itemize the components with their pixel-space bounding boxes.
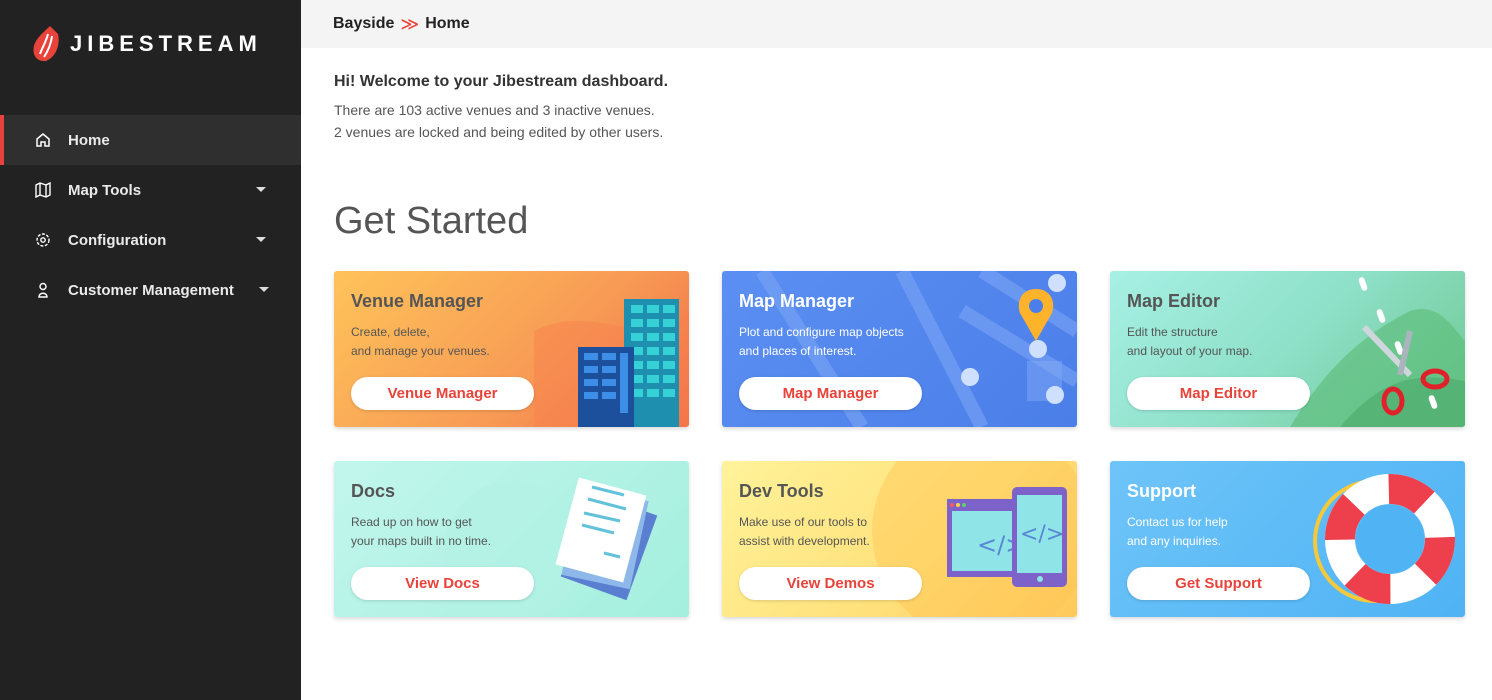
card-description-line: and layout of your map. [1127,344,1253,358]
map-icon [34,181,52,199]
sidebar-item-label: Customer Management [68,281,234,299]
welcome-message: Hi! Welcome to your Jibestream dashboard… [334,73,668,143]
view-demos-button[interactable]: View Demos [739,567,922,600]
card-title: Docs [351,481,396,501]
sidebar-item-customer-management[interactable]: Customer Management [0,265,301,315]
sidebar-item-home[interactable]: Home [0,115,301,165]
home-icon [34,131,52,149]
map-editor-button[interactable]: Map Editor [1127,377,1310,410]
sidebar-item-configuration[interactable]: Configuration [0,215,301,265]
card-title: Venue Manager [351,291,484,311]
card-description-line: Edit the structure [1127,325,1218,339]
section-title: Get Started [334,200,529,242]
sidebar-nav: Home Map Tools Configuration Customer Ma… [0,115,301,315]
sidebar-item-label: Configuration [68,231,167,249]
svg-text:</>: </> [1020,522,1064,547]
breadcrumb-separator-icon: ≫ [400,13,420,34]
sidebar-item-label: Home [68,131,110,149]
card-description-line: and places of interest. [739,344,857,358]
jibestream-logo-icon [33,26,59,62]
card-description: Read up on how to get your maps built in… [351,513,571,551]
card-description-line: and any inquiries. [1127,534,1222,548]
card-description: Make use of our tools to assist with dev… [739,513,959,551]
sidebar-item-label: Map Tools [68,181,142,199]
card-description-line: Plot and configure map objects [739,325,904,339]
sidebar-item-map-tools[interactable]: Map Tools [0,165,301,215]
card-description: Create, delete, and manage your venues. [351,323,571,361]
card-description: Plot and configure map objects and place… [739,323,959,361]
card-title: Map Editor [1127,291,1220,311]
card-docs: Docs Read up on how to get your maps bui… [334,461,689,617]
card-venue-manager: Venue Manager Create, delete, and manage… [334,271,689,427]
card-title: Dev Tools [739,481,824,501]
card-dev-tools: </> </> Dev Tools Make use of our tools … [722,461,1077,617]
breadcrumb-parent[interactable]: Bayside [333,15,394,33]
chevron-down-icon[interactable] [256,187,266,192]
breadcrumb: Bayside ≫ Home [301,0,1492,48]
chevron-down-icon[interactable] [256,237,266,242]
card-description: Edit the structure and layout of your ma… [1127,323,1347,361]
card-description-line: Create, delete, [351,325,430,339]
brand-logo[interactable]: JIBESTREAM [32,26,262,62]
card-map-manager: Map Manager Plot and configure map objec… [722,271,1077,427]
sidebar: JIBESTREAM Home Map Tools Configuration [0,0,301,700]
welcome-locked-count: 2 venues are locked and being edited by … [334,124,664,140]
gear-icon [34,231,52,249]
card-description-line: Make use of our tools to [739,515,868,529]
card-description-line: Contact us for help [1127,515,1228,529]
card-map-editor: Map Editor Edit the structure and layout… [1110,271,1465,427]
card-description-line: and manage your venues. [351,344,490,358]
card-description-line: your maps built in no time. [351,534,492,548]
card-description-line: Read up on how to get [351,515,472,529]
user-icon [34,281,52,299]
card-title: Map Manager [739,291,855,311]
get-support-button[interactable]: Get Support [1127,567,1310,600]
card-description: Contact us for help and any inquiries. [1127,513,1347,551]
chevron-down-icon[interactable] [259,287,269,292]
brand-name: JIBESTREAM [70,31,262,56]
breadcrumb-current: Home [425,15,470,32]
view-docs-button[interactable]: View Docs [351,567,534,600]
welcome-title: Hi! Welcome to your Jibestream dashboard… [334,73,669,90]
card-description-line: assist with development. [739,534,870,548]
map-manager-button[interactable]: Map Manager [739,377,922,410]
welcome-venue-count: There are 103 active venues and 3 inacti… [334,102,655,118]
venue-manager-button[interactable]: Venue Manager [351,377,534,410]
card-support: Support Contact us for help and any inqu… [1110,461,1465,617]
card-title: Support [1127,481,1196,501]
